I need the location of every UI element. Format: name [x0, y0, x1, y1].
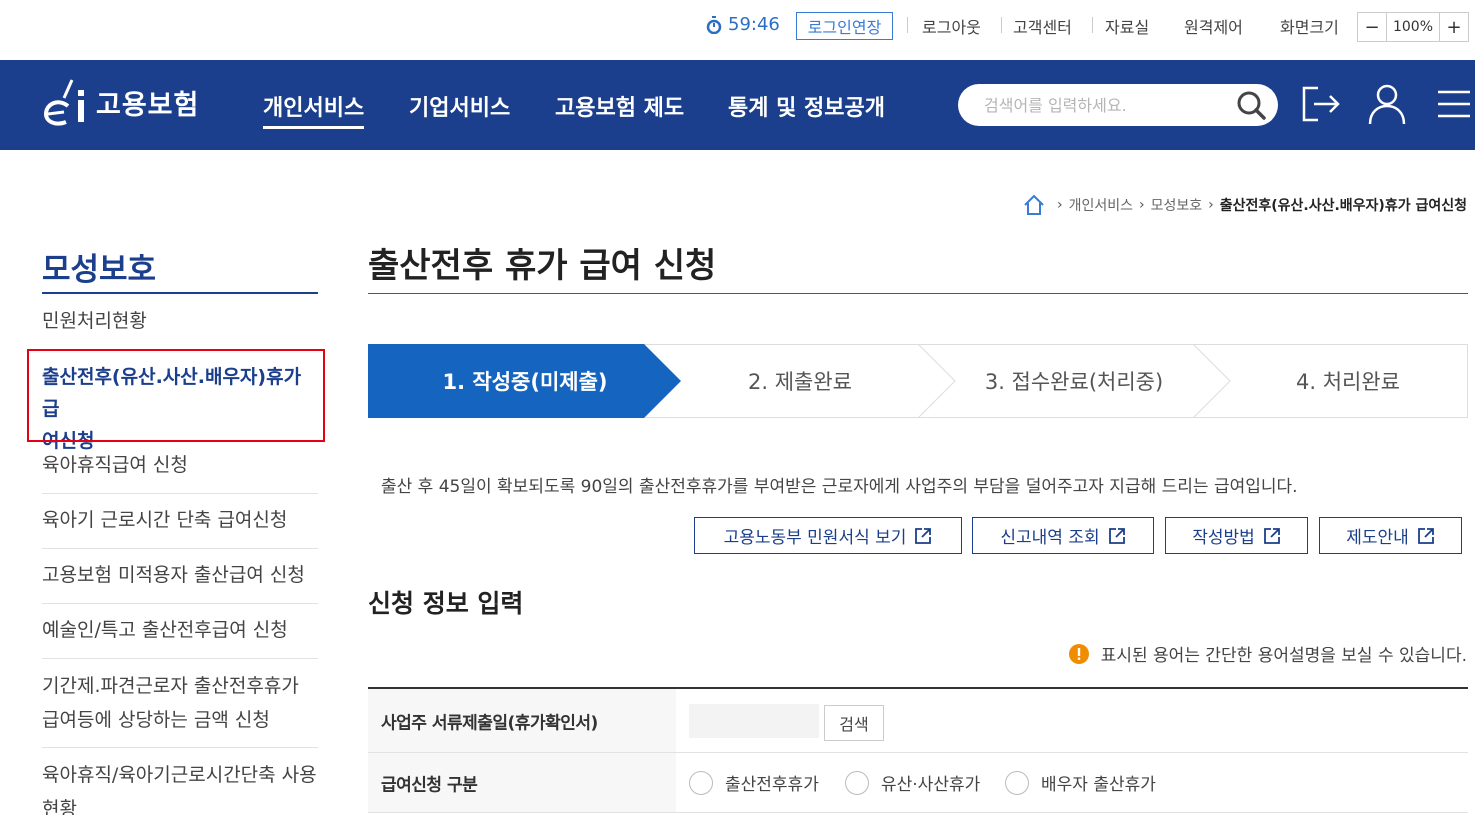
button-label: 신고내역 조회: [1000, 528, 1100, 548]
divider: [42, 548, 318, 549]
zoom-value: 100%: [1386, 13, 1440, 41]
main-header: 고용보험 개인서비스 기업서비스 고용보험 제도 통계 및 정보공개: [0, 60, 1475, 150]
exclamation-icon: [1068, 643, 1089, 664]
search-icon[interactable]: [1236, 90, 1266, 120]
system-guide-button[interactable]: 제도안내: [1319, 517, 1462, 554]
resources-link[interactable]: 자료실: [1105, 14, 1149, 38]
step-4: 4. 처리완료: [1296, 370, 1400, 394]
button-label: 제도안내: [1346, 528, 1409, 548]
sidebar-item-uninsured-birth[interactable]: 고용보험 미적용자 출산급여 신청: [42, 559, 318, 591]
home-icon[interactable]: [1023, 194, 1045, 216]
search-input[interactable]: [984, 94, 1234, 116]
nav-personal-services[interactable]: 개인서비스: [263, 90, 365, 129]
timer-icon: [706, 15, 722, 34]
sidebar-item-label: 급여등에 상당하는 금액 신청: [42, 709, 270, 731]
glossary-notice: 표시된 용어는 간단한 용어설명을 보실 수 있습니다.: [1068, 641, 1467, 666]
breadcrumb-item[interactable]: 모성보호: [1151, 195, 1203, 215]
breadcrumb-current: 출산전후(유산.사산.배우자)휴가 급여신청: [1219, 198, 1467, 214]
zoom-out-button[interactable]: −: [1358, 13, 1386, 41]
step-3: 3. 접수완료(처리중): [985, 370, 1163, 394]
remote-control-link[interactable]: 원격제어: [1184, 14, 1243, 38]
section-title: 신청 정보 입력: [368, 589, 524, 618]
search-box: [958, 84, 1278, 126]
step-1: 1. 작성중(미제출): [442, 370, 607, 394]
page-title: 출산전후 휴가 급여 신청: [368, 246, 717, 286]
logo-mark-icon: [43, 79, 84, 126]
external-link-icon: [915, 527, 932, 544]
view-forms-button[interactable]: 고용노동부 민원서식 보기: [694, 517, 962, 554]
logout-link[interactable]: 로그아웃: [922, 14, 981, 38]
radio-button[interactable]: [1005, 770, 1029, 795]
sidebar-item-label: 기간제.파견근로자 출산전후휴가: [42, 675, 299, 697]
how-to-write-button[interactable]: 작성방법: [1165, 517, 1308, 554]
external-link-icon: [1263, 527, 1280, 544]
radio-button[interactable]: [845, 770, 869, 795]
sidebar-item-artist-benefit[interactable]: 예술인/특고 출산전후급여 신청: [42, 614, 318, 646]
radio-spouse-leave[interactable]: 배우자 출산휴가: [1005, 770, 1156, 795]
logout-icon[interactable]: [1300, 82, 1342, 126]
zoom-in-button[interactable]: +: [1440, 13, 1468, 41]
step-2: 2. 제출완료: [748, 370, 852, 394]
date-search-button[interactable]: 검색: [824, 705, 884, 741]
radio-label: 배우자 출산휴가: [1041, 775, 1156, 795]
form-label-text: 사업주 서류제출일(휴가확인서): [381, 713, 598, 733]
radio-miscarriage-leave[interactable]: 유산·사산휴가: [845, 770, 980, 795]
sidebar-item-parental-leave[interactable]: 육아휴직급여 신청: [42, 449, 318, 481]
timer-value: 59:46: [728, 14, 780, 35]
notice-text: 표시된 용어는 간단한 용어설명을 보실 수 있습니다.: [1100, 646, 1467, 666]
form-label: 급여신청 구분: [368, 753, 676, 812]
nav-statistics[interactable]: 통계 및 정보공개: [728, 90, 885, 122]
progress-steps: 1. 작성중(미제출) 2. 제출완료 3. 접수완료(처리중) 4. 처리완료: [368, 344, 1468, 418]
nav-business-services[interactable]: 기업서비스: [409, 90, 510, 122]
form-row-submission-date: 사업주 서류제출일(휴가확인서) 검색: [368, 689, 1468, 753]
breadcrumb-separator-icon: ›: [1138, 197, 1145, 213]
radio-label: 유산·사산휴가: [881, 775, 981, 795]
form-row-benefit-type: 급여신청 구분 출산전후휴가 유산·사산휴가 배우자 출산휴가: [368, 753, 1468, 813]
session-timer: 59:46: [706, 14, 780, 35]
radio-maternity-leave[interactable]: 출산전후휴가: [689, 770, 819, 795]
button-label: 작성방법: [1192, 528, 1255, 548]
divider: [907, 17, 908, 33]
divider: [42, 603, 318, 604]
button-label: 고용노동부 민원서식 보기: [723, 528, 907, 548]
title-underline: [368, 293, 1468, 294]
divider: [42, 658, 318, 659]
site-logo[interactable]: 고용보험: [42, 76, 199, 128]
form-label-text: 급여신청 구분: [381, 775, 478, 795]
divider: [42, 747, 318, 748]
external-link-icon: [1108, 527, 1125, 544]
divider: [1092, 17, 1093, 33]
screen-size-label: 화면크기: [1280, 18, 1339, 37]
sidebar-item-status[interactable]: 민원처리현황: [42, 305, 318, 337]
highlight-box: [27, 349, 325, 442]
external-link-icon: [1417, 527, 1434, 544]
sidebar-item-usage-status[interactable]: 육아휴직/육아기근로시간단축 사용 현황: [42, 758, 318, 815]
radio-label: 출산전후휴가: [725, 775, 819, 795]
customer-center-link[interactable]: 고객센터: [1013, 14, 1072, 38]
sidebar-title-underline: [42, 292, 318, 294]
logo-text: 고용보험: [96, 89, 200, 121]
breadcrumb-separator-icon: ›: [1208, 197, 1214, 213]
radio-button[interactable]: [689, 770, 713, 795]
breadcrumb: › 개인서비스 › 모성보호 › 출산전후(유산.사산.배우자)휴가 급여신청: [1023, 194, 1467, 216]
report-history-button[interactable]: 신고내역 조회: [972, 517, 1154, 554]
sidebar-item-label: 육아휴직/육아기근로시간단축 사용: [42, 764, 317, 786]
form-label: 사업주 서류제출일(휴가확인서): [368, 689, 676, 752]
utility-bar: 59:46 로그인연장 로그아웃 고객센터 자료실 원격제어 화면크기 − 10…: [0, 0, 1475, 60]
user-icon[interactable]: [1366, 82, 1408, 126]
breadcrumb-item[interactable]: 개인서비스: [1069, 195, 1133, 215]
sidebar-item-reduced-hours[interactable]: 육아기 근로시간 단축 급여신청: [42, 504, 318, 536]
nav-insurance-system[interactable]: 고용보험 제도: [555, 90, 684, 122]
divider: [1001, 17, 1002, 33]
sidebar-title: 모성보호: [42, 252, 157, 288]
sidebar-item-contract-worker[interactable]: 기간제.파견근로자 출산전후휴가 급여등에 상당하는 금액 신청: [42, 669, 318, 737]
submission-date-field[interactable]: [689, 704, 819, 738]
breadcrumb-separator-icon: ›: [1056, 197, 1063, 213]
divider: [42, 493, 318, 494]
menu-icon[interactable]: [1432, 82, 1474, 126]
sidebar-item-label: 현황: [42, 798, 77, 815]
login-extend-button[interactable]: 로그인연장: [796, 12, 893, 40]
benefit-description: 출산 후 45일이 확보되도록 90일의 출산전후휴가를 부여받은 근로자에게 …: [381, 477, 1298, 497]
zoom-control: − 100% +: [1357, 12, 1469, 42]
